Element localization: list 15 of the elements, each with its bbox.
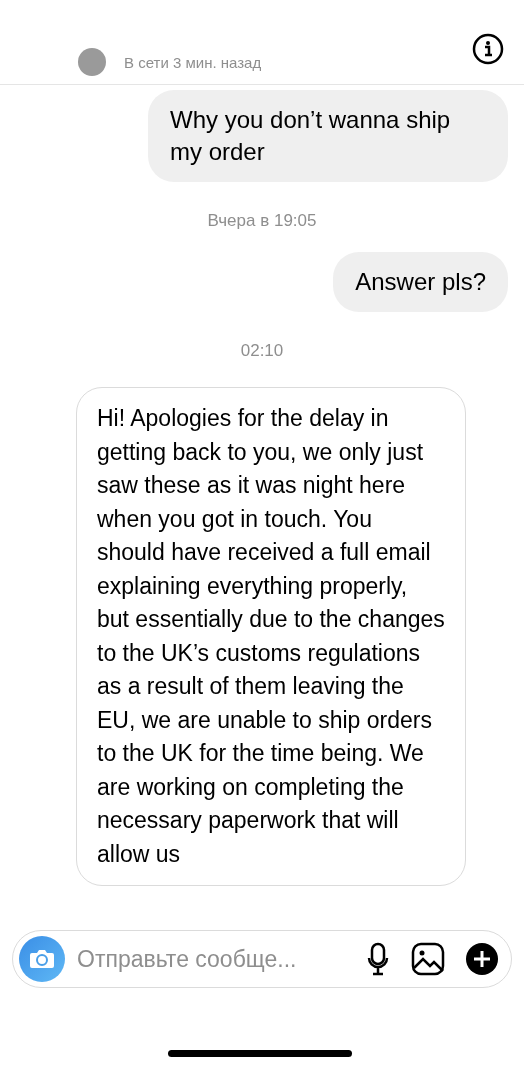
online-status: В сети 3 мин. назад: [124, 52, 262, 73]
received-message: Hi! Apologies for the delay in getting back to you, we only just saw these as it was night here when you got in touch. You should have received a full email explaining everything properly, but essentially due to the changes to the UK’s customs regulations as a result of them leaving the EU, we are unable to ship orders to the UK for the time being. We are working on completing the necessary paperwork that will allow us: [76, 387, 466, 886]
timestamp: Вчера в 19:05: [207, 210, 317, 232]
avatar[interactable]: [78, 48, 106, 76]
plus-icon[interactable]: [465, 942, 499, 976]
message-input[interactable]: Отправьте сообще...: [77, 941, 355, 977]
message-composer[interactable]: Отправьте сообще...: [12, 930, 512, 988]
info-icon[interactable]: [472, 33, 504, 65]
camera-icon: [29, 948, 55, 970]
sent-message: Answer pls?: [333, 251, 508, 312]
sent-message: Why you don’t wanna ship my order: [148, 90, 508, 182]
microphone-icon[interactable]: [367, 942, 389, 976]
camera-button[interactable]: [19, 936, 65, 982]
timestamp: 02:10: [240, 339, 284, 362]
image-icon[interactable]: [411, 942, 445, 976]
